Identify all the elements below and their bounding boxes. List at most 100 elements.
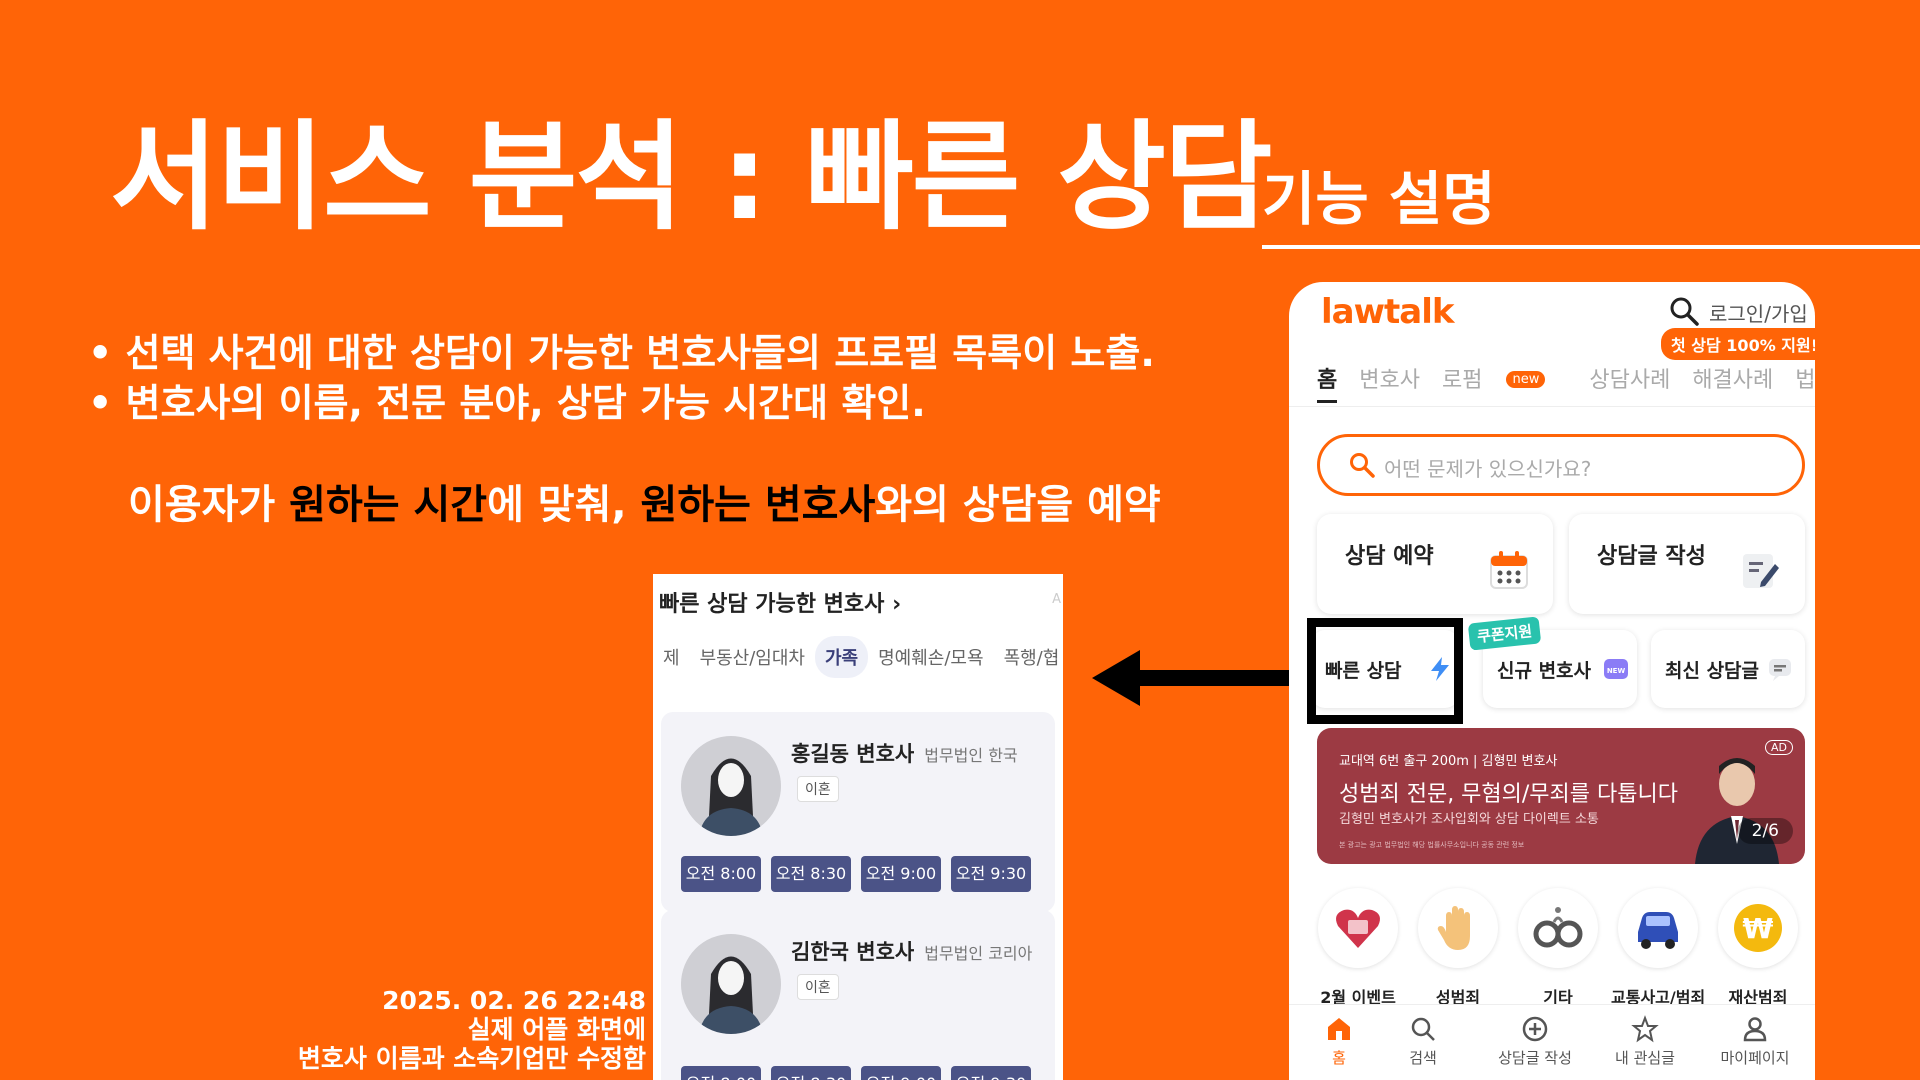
new-icon: NEW bbox=[1604, 659, 1628, 679]
summary-emphasis: 원하는 시간 bbox=[289, 482, 488, 528]
ad-banner[interactable]: 교대역 6번 출구 200m | 김형민 변호사 성범죄 전문, 무혐의/무죄를… bbox=[1317, 728, 1805, 864]
category-chip[interactable]: 폭행/협 bbox=[994, 636, 1063, 678]
plus-circle-icon bbox=[1522, 1016, 1548, 1042]
quick-list-header[interactable]: 빠른 상담 가능한 변호사 › bbox=[659, 586, 901, 618]
lawyer-card[interactable]: 홍길동 변호사 법무법인 한국 이혼 오전 8:00 오전 8:30 오전 9:00 오… bbox=[661, 712, 1055, 912]
nav-label: 검색 bbox=[1409, 1049, 1437, 1067]
home-icon bbox=[1328, 1018, 1350, 1040]
banner-meta: 교대역 6번 출구 200m | 김형민 변호사 bbox=[1339, 754, 1558, 769]
banner-fine-print: 본 광고는 광고 법무법인 해당 법률사무소입니다 공동 관련 정보 bbox=[1339, 841, 1525, 849]
tab-lawfirm-label: 로펌 bbox=[1441, 368, 1483, 393]
time-slots: 오전 8:00 오전 8:30 오전 9:00 오전 9:30 bbox=[681, 1066, 1041, 1080]
quick-consult-panel: 빠른 상담 가능한 변호사 › A 제 부동산/임대차 가족 명예훼손/모욕 폭행/협 … bbox=[653, 574, 1063, 1080]
pencil-note-icon bbox=[1743, 554, 1779, 588]
new-lawyer-label: 신규 변호사 bbox=[1497, 660, 1592, 682]
new-badge: new bbox=[1506, 371, 1546, 388]
raised-hand-icon bbox=[1437, 906, 1470, 950]
category-chip[interactable]: 부동산/임대차 bbox=[690, 636, 815, 678]
write-post-label: 상담글 작성 bbox=[1597, 544, 1706, 569]
reserve-consult-label: 상담 예약 bbox=[1345, 544, 1434, 569]
avatar bbox=[681, 934, 781, 1034]
nav-favorites[interactable]: 내 관심글 bbox=[1595, 1015, 1695, 1068]
latest-posts-label: 최신 상담글 bbox=[1665, 660, 1760, 682]
search-icon bbox=[1350, 453, 1375, 478]
main-tabs: 홈 변호사 로펌 new 상담사례 해결사례 법률 bbox=[1317, 362, 1815, 403]
category-sexcrime[interactable]: 성범죄 bbox=[1411, 888, 1505, 1008]
time-slot-button[interactable]: 오전 8:30 bbox=[771, 1066, 851, 1080]
slide-title: 서비스 분석 : 빠른 상담 bbox=[110, 108, 1273, 246]
lawyer-photo bbox=[1695, 758, 1779, 864]
category-chip-selected[interactable]: 가족 bbox=[815, 636, 869, 678]
slide-subtitle: 기능 설명 bbox=[1262, 165, 1496, 233]
time-slot-button[interactable]: 오전 8:00 bbox=[681, 856, 761, 892]
login-link[interactable]: 로그인/가입 bbox=[1709, 298, 1808, 327]
quick-list-title: 빠른 상담 가능한 변호사 bbox=[659, 592, 885, 617]
nav-mypage[interactable]: 마이페이지 bbox=[1705, 1015, 1805, 1068]
lawyer-name-text: 김한국 변호사 bbox=[791, 940, 915, 964]
category-property[interactable]: ₩ 재산범죄 bbox=[1711, 888, 1805, 1008]
lawyer-card[interactable]: 김한국 변호사 법무법인 코리아 이혼 오전 8:00 오전 8:30 오전 9:00… bbox=[661, 910, 1055, 1080]
category-chip[interactable]: 명예훼손/모욕 bbox=[868, 636, 993, 678]
avatar bbox=[681, 736, 781, 836]
tab-lawfirm[interactable]: 로펌 new bbox=[1442, 362, 1567, 394]
bottom-nav: 홈 검색 상담글 작성 내 관심글 마이페이지 bbox=[1289, 1004, 1815, 1080]
calendar-icon bbox=[1490, 551, 1528, 589]
summary-emphasis: 원하는 변호사 bbox=[640, 482, 876, 528]
promo-badge: 첫 상담 100% 지원! bbox=[1661, 328, 1815, 360]
latest-posts-card[interactable]: 최신 상담글 bbox=[1651, 630, 1805, 708]
car-icon bbox=[1638, 912, 1678, 949]
nav-label: 내 관심글 bbox=[1615, 1049, 1675, 1067]
tab-divider bbox=[1289, 406, 1815, 407]
user-icon bbox=[1743, 1017, 1767, 1042]
new-icon-text: NEW bbox=[1607, 667, 1626, 675]
arrow-left-icon bbox=[1092, 650, 1310, 706]
star-icon bbox=[1631, 1015, 1659, 1043]
category-event[interactable]: 2월 이벤트 bbox=[1311, 888, 1405, 1008]
search-input[interactable]: 어떤 문제가 있으신가요? bbox=[1317, 434, 1805, 496]
search-icon[interactable] bbox=[1667, 294, 1701, 328]
specialty-tag: 이혼 bbox=[797, 974, 839, 1000]
subtitle-underline bbox=[1262, 245, 1920, 249]
nav-label: 상담글 작성 bbox=[1498, 1049, 1572, 1067]
time-slot-button[interactable]: 오전 8:00 bbox=[681, 1066, 761, 1080]
tab-home[interactable]: 홈 bbox=[1317, 362, 1338, 403]
nav-search[interactable]: 검색 bbox=[1373, 1015, 1473, 1068]
category-traffic[interactable]: 교통사고/범죄 bbox=[1611, 888, 1705, 1008]
time-slot-button[interactable]: 오전 9:30 bbox=[951, 856, 1031, 892]
summary-part: 이용자가 bbox=[128, 482, 290, 528]
app-logo[interactable]: lawtalk bbox=[1321, 292, 1454, 332]
tab-resolved[interactable]: 해결사례 bbox=[1692, 362, 1773, 394]
category-chip[interactable]: 제 bbox=[653, 636, 690, 678]
banner-subtext: 김형민 변호사가 조사입회와 상담 다이렉트 소통 bbox=[1339, 812, 1599, 827]
bullet-item: 변호사의 이름, 전문 분야, 상담 가능 시간대 확인. bbox=[88, 378, 1155, 428]
footnote-line: 실제 어플 화면에 bbox=[467, 1015, 646, 1044]
time-slot-button[interactable]: 오전 9:30 bbox=[951, 1066, 1031, 1080]
search-placeholder: 어떤 문제가 있으신가요? bbox=[1384, 457, 1592, 481]
footnote-line: 변호사 이름과 소속기업만 수정함 bbox=[297, 1044, 646, 1073]
summary-line: 이용자가 원하는 시간에 맞춰, 원하는 변호사와의 상담을 예약 bbox=[128, 472, 1161, 530]
footnote: 2025. 02. 26 22:48 실제 어플 화면에 변호사 이름과 소속기… bbox=[298, 986, 646, 1073]
nav-label: 홈 bbox=[1332, 1049, 1346, 1067]
category-chips: 제 부동산/임대차 가족 명예훼손/모욕 폭행/협 bbox=[653, 636, 1063, 678]
banner-page-indicator: 2/6 bbox=[1737, 818, 1793, 844]
chevron-right-icon: › bbox=[892, 592, 902, 617]
highlight-box bbox=[1307, 618, 1463, 724]
svg-text:₩: ₩ bbox=[1743, 912, 1774, 945]
lawyer-name: 홍길동 변호사 법무법인 한국 bbox=[791, 738, 1018, 768]
tab-lawyers[interactable]: 변호사 bbox=[1359, 362, 1420, 394]
time-slot-button[interactable]: 오전 9:00 bbox=[861, 856, 941, 892]
won-coin-icon: ₩ bbox=[1734, 904, 1782, 952]
reserve-consult-card[interactable]: 상담 예약 bbox=[1317, 514, 1553, 614]
lawyer-firm: 법무법인 한국 bbox=[924, 746, 1018, 765]
write-post-card[interactable]: 상담글 작성 bbox=[1569, 514, 1805, 614]
nav-write[interactable]: 상담글 작성 bbox=[1485, 1015, 1585, 1068]
nav-label: 마이페이지 bbox=[1720, 1049, 1790, 1067]
time-slot-button[interactable]: 오전 8:30 bbox=[771, 856, 851, 892]
time-slot-button[interactable]: 오전 9:00 bbox=[861, 1066, 941, 1080]
handcuffs-icon bbox=[1533, 907, 1583, 948]
tab-law[interactable]: 법률 bbox=[1795, 362, 1815, 394]
tab-cases[interactable]: 상담사례 bbox=[1589, 362, 1670, 394]
category-other[interactable]: 기타 bbox=[1511, 888, 1605, 1008]
search-icon bbox=[1411, 1017, 1435, 1041]
ad-mark: A bbox=[1052, 592, 1061, 607]
